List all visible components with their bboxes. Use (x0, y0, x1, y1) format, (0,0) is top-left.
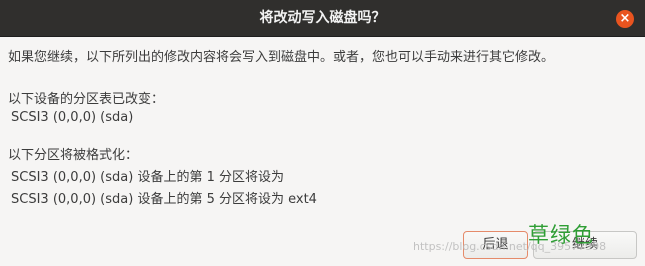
intro-text: 如果您继续，以下所列出的修改内容将会写入到磁盘中。或者，您也可以手动来进行其它修… (8, 50, 555, 65)
format-item: SCSI3 (0,0,0) (sda) 设备上的第 1 分区将设为 (11, 170, 284, 185)
titlebar: 将改动写入磁盘吗？ × (0, 0, 645, 37)
format-item: SCSI3 (0,0,0) (sda) 设备上的第 5 分区将设为 ext4 (11, 192, 317, 207)
close-icon: × (619, 11, 631, 26)
dialog-window: 将改动写入磁盘吗？ × 如果您继续，以下所列出的修改内容将会写入到磁盘中。或者，… (0, 0, 645, 266)
close-button[interactable]: × (616, 10, 634, 28)
partition-table-item: SCSI3 (0,0,0) (sda) (11, 110, 134, 125)
continue-button[interactable]: 继续 (533, 231, 637, 259)
back-button[interactable]: 后退 (463, 231, 528, 259)
partition-table-heading: 以下设备的分区表已改变： (8, 92, 165, 107)
dialog-title: 将改动写入磁盘吗？ (259, 10, 386, 26)
format-heading: 以下分区将被格式化： (8, 148, 139, 163)
